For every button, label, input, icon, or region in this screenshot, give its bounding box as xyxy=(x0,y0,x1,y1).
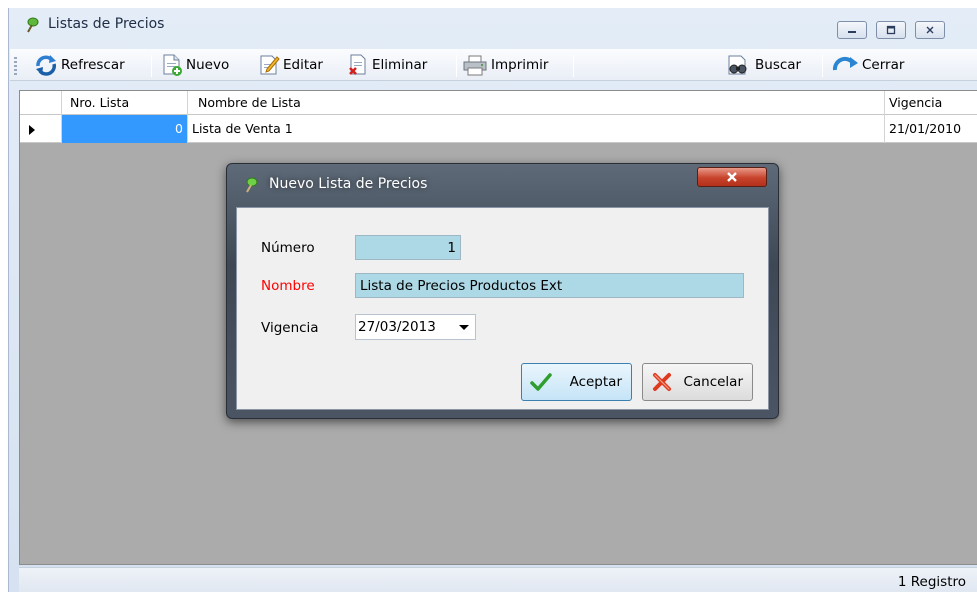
row-header[interactable] xyxy=(20,115,62,143)
toolbar-separator xyxy=(151,55,152,77)
checkmark-icon xyxy=(530,373,552,391)
close-window-button[interactable] xyxy=(915,21,945,39)
cancel-label: Cancelar xyxy=(683,374,743,390)
edit-button[interactable]: Editar xyxy=(258,53,323,77)
current-row-arrow-icon xyxy=(29,125,35,135)
status-bar: 1 Registro xyxy=(19,567,977,592)
leaf-pin-icon xyxy=(25,17,39,37)
delete-label: Eliminar xyxy=(372,57,428,73)
column-header-validity[interactable]: Vigencia xyxy=(885,91,977,115)
minimize-icon xyxy=(848,31,856,33)
restore-button[interactable] xyxy=(876,21,906,39)
binoculars-icon xyxy=(728,55,747,75)
close-button[interactable]: Cerrar xyxy=(831,53,904,77)
cell-name[interactable]: Lista de Venta 1 xyxy=(188,115,885,143)
toolbar-separator xyxy=(573,55,574,77)
edit-label: Editar xyxy=(283,57,323,73)
close-icon xyxy=(926,26,934,34)
validity-date-picker[interactable]: 27/03/2013 xyxy=(355,314,476,340)
toolbar: Refrescar Nuevo Editar Eliminar Imprimir… xyxy=(10,49,977,81)
restore-icon xyxy=(886,25,896,35)
refresh-button[interactable]: Refrescar xyxy=(34,53,125,77)
number-label: Número xyxy=(261,240,315,256)
close-arrow-icon xyxy=(832,56,858,71)
new-price-list-dialog: Nuevo Lista de Precios Número Nombre Vig… xyxy=(226,163,779,419)
accept-label: Aceptar xyxy=(569,374,622,390)
search-label: Buscar xyxy=(755,57,802,73)
minimize-button[interactable] xyxy=(837,21,867,39)
cell-number[interactable]: 0 xyxy=(62,115,188,143)
table-row[interactable]: 0 Lista de Venta 1 21/01/2010 xyxy=(20,115,977,143)
print-label: Imprimir xyxy=(491,57,549,73)
new-button[interactable]: Nuevo xyxy=(161,53,229,77)
cancel-x-icon xyxy=(653,373,671,391)
dialog-body: Número Nombre Vigencia 27/03/2013 Acepta… xyxy=(236,207,769,410)
cancel-button[interactable]: Cancelar xyxy=(642,363,753,401)
toolbar-grip[interactable] xyxy=(14,57,17,75)
refresh-label: Refrescar xyxy=(61,57,125,73)
column-header-number[interactable]: Nro. Lista xyxy=(62,91,188,115)
validity-date-value: 27/03/2013 xyxy=(358,319,436,335)
dialog-close-button[interactable] xyxy=(697,167,767,187)
column-header-name[interactable]: Nombre de Lista xyxy=(188,91,885,115)
toolbar-separator xyxy=(822,55,823,77)
accept-button[interactable]: Aceptar xyxy=(521,363,632,401)
record-count: 1 Registro xyxy=(897,574,966,590)
delete-button[interactable]: Eliminar xyxy=(347,53,427,77)
grid-header: Nro. Lista Nombre de Lista Vigencia xyxy=(20,91,977,115)
refresh-icon xyxy=(36,55,56,76)
toolbar-separator xyxy=(456,55,457,77)
name-field[interactable] xyxy=(355,273,744,298)
edit-document-icon xyxy=(260,55,280,75)
close-label: Cerrar xyxy=(862,57,905,73)
window-title: Listas de Precios xyxy=(48,16,165,32)
new-label: Nuevo xyxy=(186,57,230,73)
window-titlebar: Listas de Precios xyxy=(9,8,977,41)
delete-document-icon xyxy=(349,54,366,75)
number-field[interactable] xyxy=(355,235,461,260)
row-header-corner xyxy=(20,91,62,115)
printer-icon xyxy=(463,55,487,76)
dialog-title: Nuevo Lista de Precios xyxy=(269,176,428,192)
close-icon xyxy=(727,172,737,182)
leaf-pin-icon xyxy=(244,177,258,197)
cell-validity[interactable]: 21/01/2010 xyxy=(885,115,977,143)
new-document-icon xyxy=(163,54,182,76)
print-button[interactable]: Imprimir xyxy=(462,53,548,77)
search-button[interactable]: Buscar xyxy=(726,53,801,77)
name-label: Nombre xyxy=(261,278,315,294)
validity-label: Vigencia xyxy=(261,320,319,336)
chevron-down-icon[interactable] xyxy=(459,325,469,330)
